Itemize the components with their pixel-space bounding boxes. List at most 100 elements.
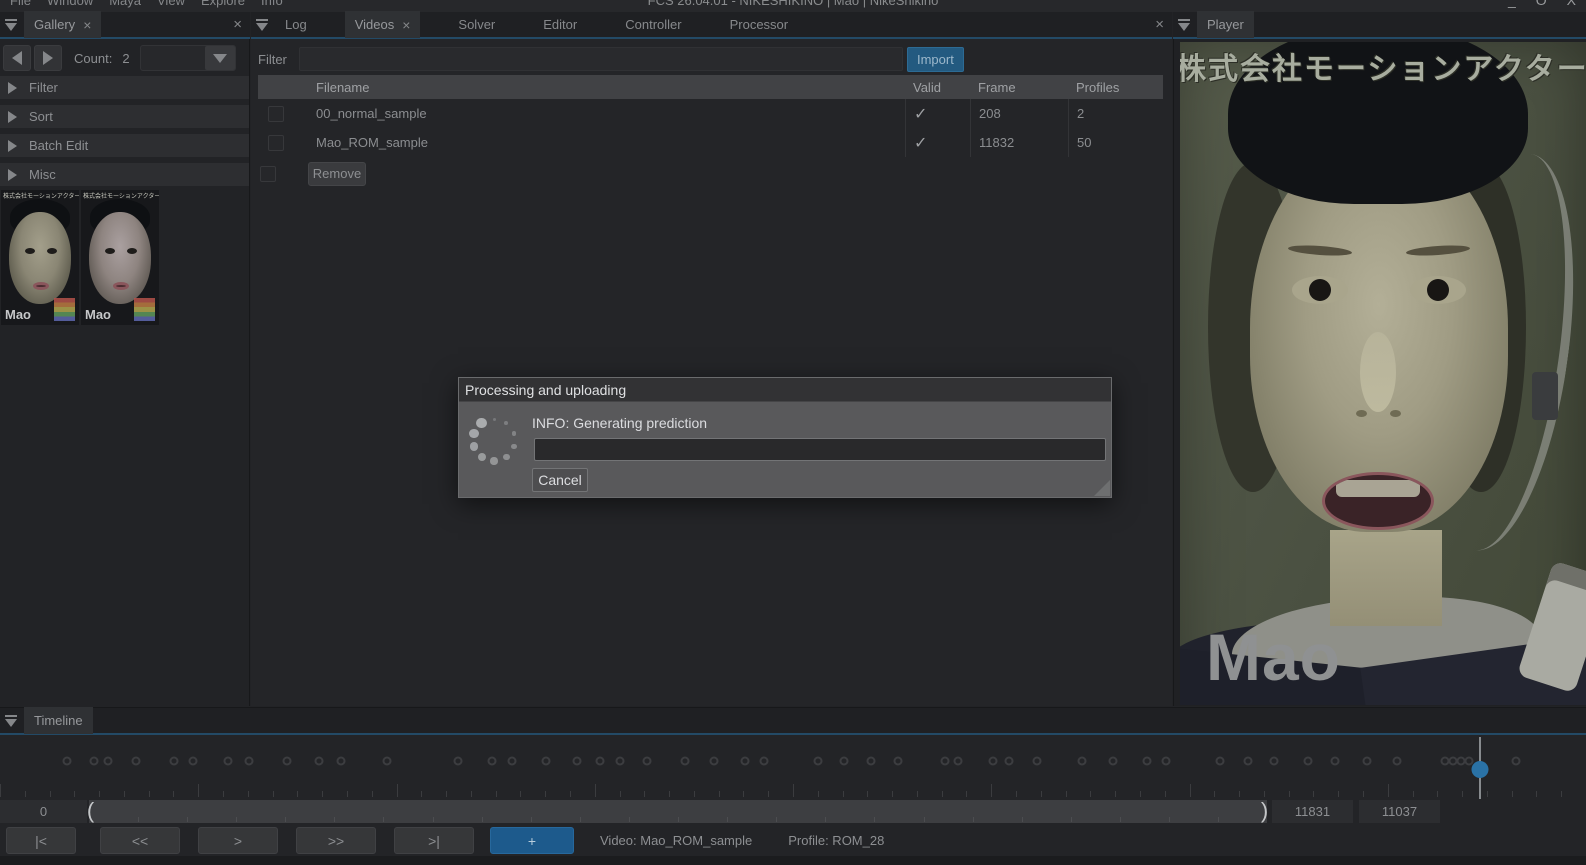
column-profiles[interactable]: Profiles [1068, 75, 1163, 99]
tab-videos-close-icon[interactable]: × [402, 17, 410, 33]
tab-timeline[interactable]: Timeline [24, 707, 93, 734]
keyframe-marker[interactable] [336, 757, 345, 766]
tab-log[interactable]: Log [275, 11, 317, 38]
keyframe-marker[interactable] [1033, 757, 1042, 766]
tab-editor[interactable]: Editor [533, 11, 587, 38]
keyframe-marker[interactable] [573, 757, 582, 766]
import-button[interactable]: Import [907, 47, 964, 72]
panel-collapse-icon[interactable] [4, 19, 18, 31]
row-checkbox[interactable] [268, 106, 284, 122]
keyframe-marker[interactable] [132, 757, 141, 766]
tab-gallery[interactable]: Gallery × [24, 11, 101, 38]
keyframe-marker[interactable] [953, 757, 962, 766]
section-misc[interactable]: Misc [0, 163, 249, 186]
keyframe-marker[interactable] [1304, 757, 1313, 766]
gallery-dropdown[interactable] [140, 45, 236, 71]
keyframe-marker[interactable] [1363, 757, 1372, 766]
menu-view[interactable]: View [157, 0, 185, 8]
step-forward-button[interactable]: >> [296, 827, 376, 854]
menu-window[interactable]: Window [47, 0, 93, 8]
resize-grip[interactable] [1094, 480, 1110, 496]
go-to-start-button[interactable]: |< [6, 827, 76, 854]
keyframe-marker[interactable] [283, 757, 292, 766]
keyframe-marker[interactable] [189, 757, 198, 766]
keyframe-marker[interactable] [988, 757, 997, 766]
keyframe-marker[interactable] [741, 757, 750, 766]
keyframe-marker[interactable] [245, 757, 254, 766]
menu-file[interactable]: File [10, 0, 31, 8]
keyframe-marker[interactable] [643, 757, 652, 766]
keyframe-marker[interactable] [1244, 757, 1253, 766]
keyframe-marker[interactable] [1161, 757, 1170, 766]
menu-explore[interactable]: Explore [201, 0, 245, 8]
keyframe-marker[interactable] [1331, 757, 1340, 766]
row-checkbox[interactable] [268, 135, 284, 151]
keyframe-marker[interactable] [1393, 757, 1402, 766]
keyframe-marker[interactable] [1269, 757, 1278, 766]
table-row[interactable]: Mao_ROM_sample ✓ 11832 50 [258, 128, 1163, 157]
tab-solver[interactable]: Solver [448, 11, 505, 38]
panel-collapse-icon[interactable] [255, 19, 269, 31]
column-filename[interactable]: Filename [308, 75, 905, 99]
maximize-icon[interactable]: O [1536, 0, 1547, 8]
filter-input[interactable] [299, 47, 903, 71]
panel-collapse-icon[interactable] [1177, 19, 1191, 31]
gallery-thumbnail[interactable]: 株式会社モーションアクター Mao [81, 190, 159, 325]
keyframe-marker[interactable] [1077, 757, 1086, 766]
keyframe-marker[interactable] [454, 757, 463, 766]
keyframe-marker[interactable] [487, 757, 496, 766]
close-icon[interactable]: X [1567, 0, 1576, 8]
range-handle-right[interactable]: ) [1261, 798, 1268, 824]
keyframe-marker[interactable] [866, 757, 875, 766]
panel-collapse-icon[interactable] [4, 715, 18, 727]
keyframe-marker[interactable] [1109, 757, 1118, 766]
keyframe-marker[interactable] [103, 757, 112, 766]
keyframe-marker[interactable] [893, 757, 902, 766]
remove-checkbox[interactable] [260, 166, 276, 182]
range-bar[interactable]: ( ) [89, 800, 1267, 823]
keyframe-marker[interactable] [681, 757, 690, 766]
section-batch-edit[interactable]: Batch Edit [0, 134, 249, 157]
keyframe-marker[interactable] [814, 757, 823, 766]
timeline-ruler[interactable] [0, 779, 1586, 799]
range-end-field[interactable]: 11831 [1272, 800, 1353, 823]
keyframe-marker[interactable] [170, 757, 179, 766]
keyframe-marker[interactable] [1142, 757, 1151, 766]
tab-processor[interactable]: Processor [720, 11, 799, 38]
range-start-field[interactable]: 0 [0, 800, 87, 823]
play-button[interactable]: > [198, 827, 278, 854]
keyframe-marker[interactable] [760, 757, 769, 766]
workspace-panel-close-icon[interactable]: × [1155, 16, 1164, 33]
section-sort[interactable]: Sort [0, 105, 249, 128]
keyframe-marker[interactable] [541, 757, 550, 766]
column-valid[interactable]: Valid [905, 75, 970, 99]
player-viewport[interactable]: 株式会社モーションアクター Mao [1180, 42, 1586, 705]
keyframe-marker[interactable] [224, 757, 233, 766]
remove-button[interactable]: Remove [308, 162, 366, 186]
table-row[interactable]: 00_normal_sample ✓ 208 2 [258, 99, 1163, 128]
gallery-panel-close-icon[interactable]: × [233, 16, 242, 33]
keyframe-marker[interactable] [1512, 757, 1521, 766]
timeline-marker-strip[interactable] [0, 737, 1586, 785]
keyframe-marker[interactable] [508, 757, 517, 766]
keyframe-marker[interactable] [89, 757, 98, 766]
go-to-end-button[interactable]: >| [394, 827, 474, 854]
keyframe-marker[interactable] [839, 757, 848, 766]
range-handle-left[interactable]: ( [87, 798, 94, 824]
section-filter[interactable]: Filter [0, 76, 249, 99]
keyframe-marker[interactable] [314, 757, 323, 766]
playhead-dot[interactable] [1471, 761, 1488, 778]
tab-player[interactable]: Player [1197, 11, 1254, 38]
keyframe-marker[interactable] [616, 757, 625, 766]
column-frame[interactable]: Frame [970, 75, 1068, 99]
gallery-thumbnail[interactable]: 株式会社モーションアクター Mao [1, 190, 79, 325]
dropdown-button[interactable] [205, 46, 235, 70]
prev-button[interactable] [3, 45, 31, 71]
keyframe-marker[interactable] [595, 757, 604, 766]
keyframe-marker[interactable] [709, 757, 718, 766]
minimize-icon[interactable]: _ [1508, 0, 1516, 8]
cancel-button[interactable]: Cancel [532, 468, 588, 492]
tab-controller[interactable]: Controller [615, 11, 691, 38]
keyframe-marker[interactable] [1215, 757, 1224, 766]
tab-gallery-close-icon[interactable]: × [83, 17, 91, 33]
